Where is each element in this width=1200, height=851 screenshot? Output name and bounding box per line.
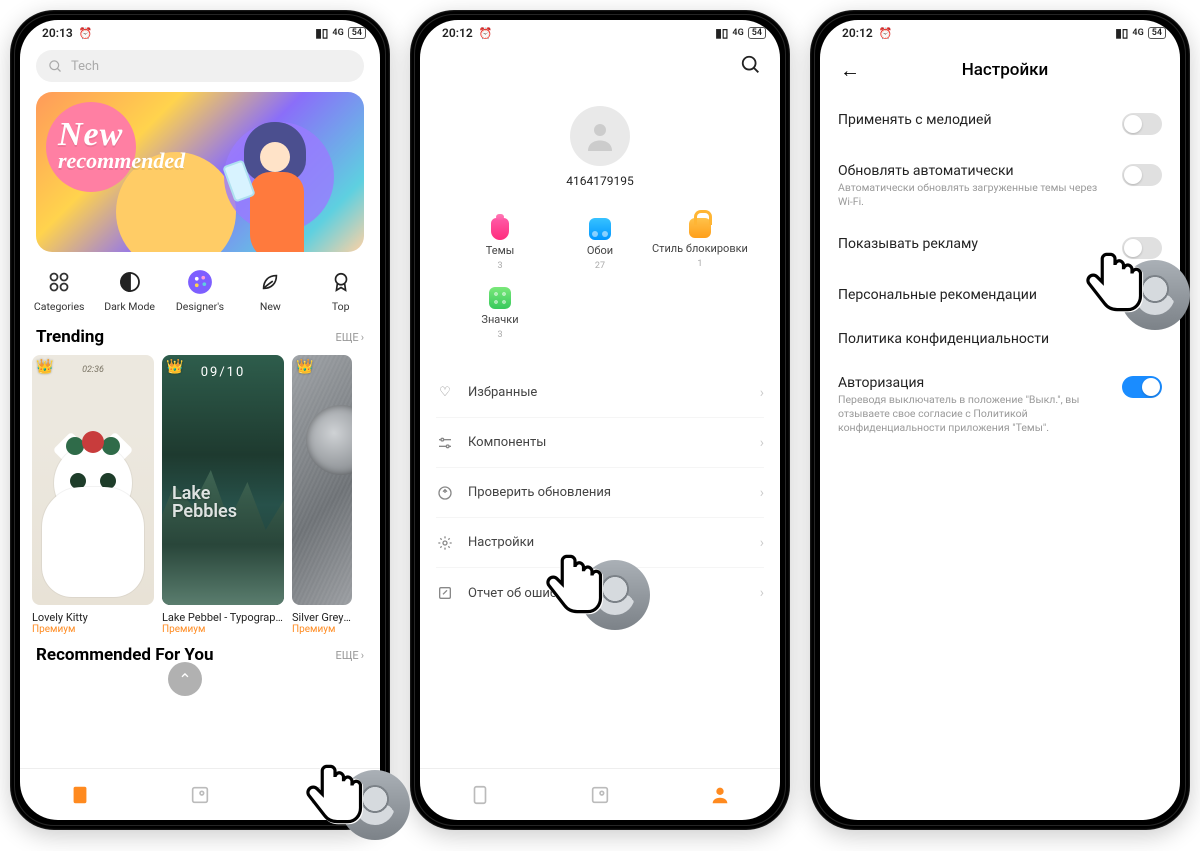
chevron-right-icon: › (361, 649, 364, 662)
status-bar: 20:12⏰ ▮▯4G54 (420, 20, 780, 46)
themes-icon (491, 218, 509, 240)
nav-categories[interactable]: Categories (28, 268, 90, 313)
tab-themes[interactable] (420, 769, 540, 820)
toggle[interactable] (1122, 376, 1162, 398)
theme-date: 09/10 (162, 365, 284, 380)
icons-icon (489, 287, 511, 309)
scroll-up-button[interactable]: ⌃ (168, 662, 202, 696)
toggle[interactable] (1122, 237, 1162, 259)
phone-2: 20:12⏰ ▮▯4G54 4164179195 Темы3 Обои27 Ст… (410, 10, 790, 830)
heart-icon: ♡ (436, 384, 454, 402)
signal-icon: ▮▯ (315, 26, 328, 40)
search-input[interactable]: Tech (36, 50, 364, 82)
setting-auto-update[interactable]: Обновлять автоматическиАвтоматически обн… (838, 149, 1162, 222)
stat-icons[interactable]: Значки3 (450, 279, 550, 348)
page-title: Настройки (874, 60, 1136, 80)
setting-show-ads[interactable]: Показывать рекламу (838, 222, 1162, 273)
setting-authorization[interactable]: АвторизацияПереводя выключатель в положе… (838, 361, 1162, 448)
battery-icon: 54 (348, 27, 366, 39)
designers-icon (186, 268, 214, 296)
user-icon (582, 118, 618, 154)
setting-privacy[interactable]: Политика конфиденциальности (838, 317, 1162, 361)
chevron-right-icon: › (361, 331, 364, 344)
tab-wallpaper[interactable] (140, 769, 260, 820)
chevron-right-icon: › (760, 485, 764, 501)
banner-line1: New (58, 120, 185, 151)
nav-designers[interactable]: Designer's (169, 268, 231, 313)
chevron-right-icon: › (760, 535, 764, 551)
toggle[interactable] (1122, 164, 1162, 186)
setting-recommendations[interactable]: Персональные рекомендации (838, 273, 1162, 317)
search-button[interactable] (740, 54, 762, 80)
search-icon (740, 54, 762, 76)
stat-lockstyle[interactable]: Стиль блокировки1 (650, 210, 750, 279)
nav-darkmode[interactable]: Dark Mode (99, 268, 161, 313)
ghost-avatar-icon (340, 770, 410, 840)
edit-icon (436, 584, 454, 602)
status-bar: 20:13 ⏰ ▮▯ 4G 54 (20, 20, 380, 46)
categories-icon (45, 268, 73, 296)
tab-profile[interactable] (660, 769, 780, 820)
ghost-avatar-icon (1120, 260, 1190, 330)
banner-line2: recommended (58, 151, 185, 171)
theme-card-lake[interactable]: 👑 09/10 LakePebbles Lake Pebbel - Typogr… (162, 355, 284, 635)
search-placeholder: Tech (71, 59, 99, 74)
trending-heading: Trending (36, 327, 104, 347)
chevron-right-icon: › (760, 585, 764, 601)
chevron-right-icon: › (760, 385, 764, 401)
ribbon-icon (327, 268, 355, 296)
nav-new[interactable]: New (239, 268, 301, 313)
nav-top[interactable]: Top (310, 268, 372, 313)
crown-icon: 👑 (296, 359, 313, 375)
update-icon (436, 484, 454, 502)
gear-icon (436, 534, 454, 552)
banner-hero[interactable]: New recommended (36, 92, 364, 252)
search-icon (48, 59, 63, 74)
stat-themes[interactable]: Темы3 (450, 210, 550, 279)
sliders-icon (436, 434, 454, 452)
menu-update[interactable]: Проверить обновления› (436, 468, 764, 518)
toggle[interactable] (1122, 113, 1162, 135)
wallpaper-icon (589, 218, 611, 240)
trending-more[interactable]: ЕЩЕ › (336, 331, 364, 344)
crown-icon: 👑 (36, 359, 53, 375)
darkmode-icon (116, 268, 144, 296)
clock-text: 20:13 (42, 26, 73, 40)
arrow-left-icon: ← (840, 58, 860, 83)
tab-themes[interactable] (20, 769, 140, 820)
setting-melody[interactable]: Применять с мелодией (838, 98, 1162, 149)
back-button[interactable]: ← (836, 56, 864, 84)
avatar[interactable] (570, 106, 630, 166)
ghost-avatar-icon (580, 560, 650, 630)
network-icon: 4G (332, 28, 343, 38)
menu-settings[interactable]: Настройки› (436, 518, 764, 568)
menu-components[interactable]: Компоненты› (436, 418, 764, 468)
menu-favorites[interactable]: ♡Избранные› (436, 368, 764, 418)
recommended-more[interactable]: ЕЩЕ › (336, 649, 364, 662)
user-id: 4164179195 (420, 174, 780, 188)
theme-card-silver[interactable]: 👑 Silver Grey v11 Премиум (292, 355, 352, 635)
leaf-icon (256, 268, 284, 296)
lock-icon (689, 218, 711, 238)
alarm-icon: ⏰ (79, 27, 93, 40)
phone-3: 20:12⏰ ▮▯4G54 ← Настройки Применять с ме… (810, 10, 1190, 830)
status-bar: 20:12⏰ ▮▯4G54 (820, 20, 1180, 46)
theme-card-kitty[interactable]: 02:36 👑 Lovely Kitty Премиум (32, 355, 154, 635)
chevron-right-icon: › (760, 435, 764, 451)
tab-wallpaper[interactable] (540, 769, 660, 820)
phone-1: 20:13 ⏰ ▮▯ 4G 54 Tech New recommended Categ… (10, 10, 390, 830)
stat-wallpapers[interactable]: Обои27 (550, 210, 650, 279)
